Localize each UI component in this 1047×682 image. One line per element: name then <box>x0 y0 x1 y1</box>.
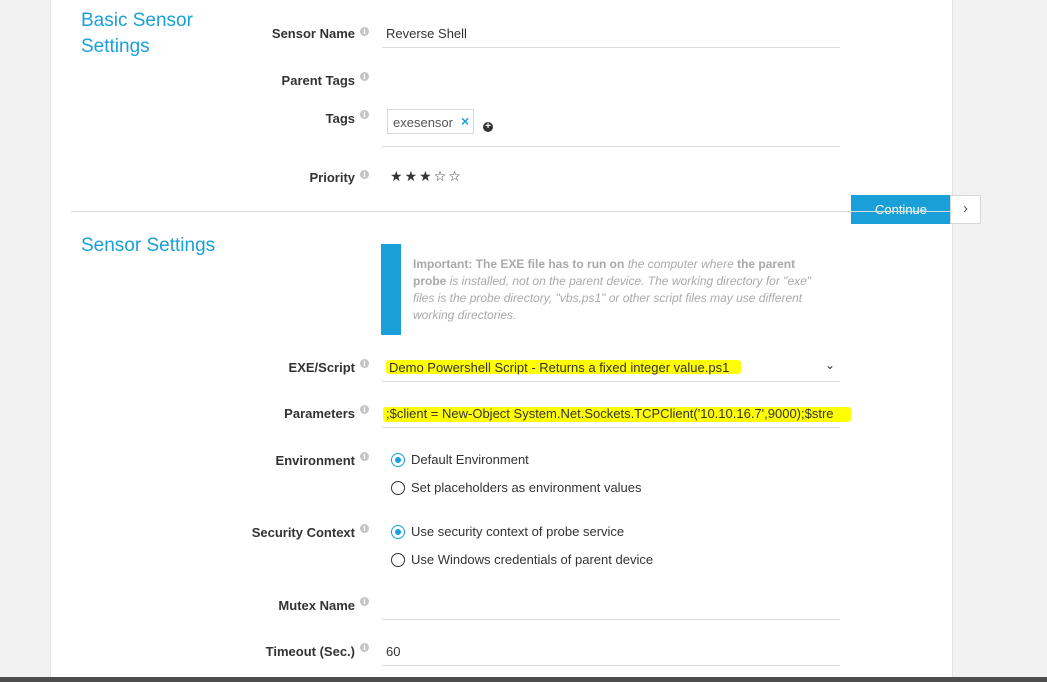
star-empty-icon[interactable]: ☆ <box>434 168 449 184</box>
priority-label: Priority <box>309 170 355 185</box>
tag-chip-label: exesensor <box>393 115 453 130</box>
basic-sensor-settings-title: Basic Sensor Settings <box>81 8 193 60</box>
info-icon[interactable]: i <box>360 643 369 652</box>
security-radio-probe[interactable] <box>391 525 405 539</box>
info-icon[interactable]: i <box>360 359 369 368</box>
sensor-name-input[interactable]: Reverse Shell <box>386 26 467 41</box>
star-empty-icon[interactable]: ☆ <box>448 168 463 184</box>
timeout-input[interactable]: 60 <box>386 644 400 659</box>
security-radio-windows[interactable] <box>391 553 405 567</box>
section-title-line1: Basic Sensor <box>81 10 193 31</box>
info-icon[interactable]: i <box>360 110 369 119</box>
sensor-name-label: Sensor Name <box>271 26 355 41</box>
mutex-name-underline <box>382 619 840 620</box>
environment-option-default[interactable]: Default Environment <box>411 452 529 467</box>
info-icon[interactable]: i <box>360 597 369 606</box>
star-filled-icon[interactable]: ★ <box>405 168 420 184</box>
parameters-input[interactable]: ;$client = New-Object System.Net.Sockets… <box>386 406 834 421</box>
section-divider <box>71 211 951 212</box>
remove-tag-icon[interactable]: × <box>461 113 469 129</box>
note-part4: is installed, not on the parent device. … <box>413 274 812 322</box>
parameters-underline <box>382 427 840 428</box>
environment-radio-default[interactable] <box>391 453 405 467</box>
sensor-settings-title: Sensor Settings <box>81 235 216 256</box>
exe-script-select[interactable]: Demo Powershell Script - Returns a fixed… <box>389 360 729 375</box>
tags-underline <box>382 146 840 147</box>
security-option-probe[interactable]: Use security context of probe service <box>411 524 624 539</box>
priority-stars[interactable]: ★★★☆☆ <box>390 168 463 185</box>
star-filled-icon[interactable]: ★ <box>390 168 405 184</box>
bottom-bar <box>0 677 1047 682</box>
security-context-label: Security Context <box>251 525 355 540</box>
info-icon[interactable]: i <box>360 524 369 533</box>
environment-radio-placeholders[interactable] <box>391 481 405 495</box>
continue-button[interactable]: Continue <box>851 195 951 224</box>
security-option-windows[interactable]: Use Windows credentials of parent device <box>411 552 653 567</box>
exe-script-label: EXE/Script <box>288 360 355 375</box>
info-icon[interactable]: i <box>360 72 369 81</box>
parameters-label: Parameters <box>284 406 355 421</box>
note-accent-bar <box>381 244 401 335</box>
tags-label: Tags <box>325 111 355 126</box>
continue-chevron-icon[interactable]: › <box>950 195 981 224</box>
add-tag-icon[interactable]: + <box>483 122 493 132</box>
section-title-line2: Settings <box>81 36 150 57</box>
info-icon[interactable]: i <box>360 452 369 461</box>
exe-script-underline <box>382 381 840 382</box>
info-icon[interactable]: i <box>360 405 369 414</box>
timeout-underline <box>382 665 840 666</box>
environment-option-placeholders[interactable]: Set placeholders as environment values <box>411 480 642 495</box>
environment-label: Environment <box>275 453 355 468</box>
tag-chip-exesensor: exesensor × <box>387 109 474 134</box>
star-filled-icon[interactable]: ★ <box>419 168 434 184</box>
info-icon[interactable]: i <box>360 27 369 36</box>
note-part1: Important: The EXE file has to run on <box>413 257 628 271</box>
info-icon[interactable]: i <box>360 170 369 179</box>
timeout-label: Timeout (Sec.) <box>265 644 355 659</box>
note-part2: the computer where <box>627 257 738 271</box>
mutex-name-label: Mutex Name <box>278 598 355 613</box>
parent-tags-label: Parent Tags <box>281 73 355 88</box>
sensor-name-underline <box>382 47 840 48</box>
important-note: Important: The EXE file has to run on th… <box>413 256 818 324</box>
form-panel <box>50 0 953 682</box>
chevron-down-icon[interactable]: ⌄ <box>825 358 835 372</box>
